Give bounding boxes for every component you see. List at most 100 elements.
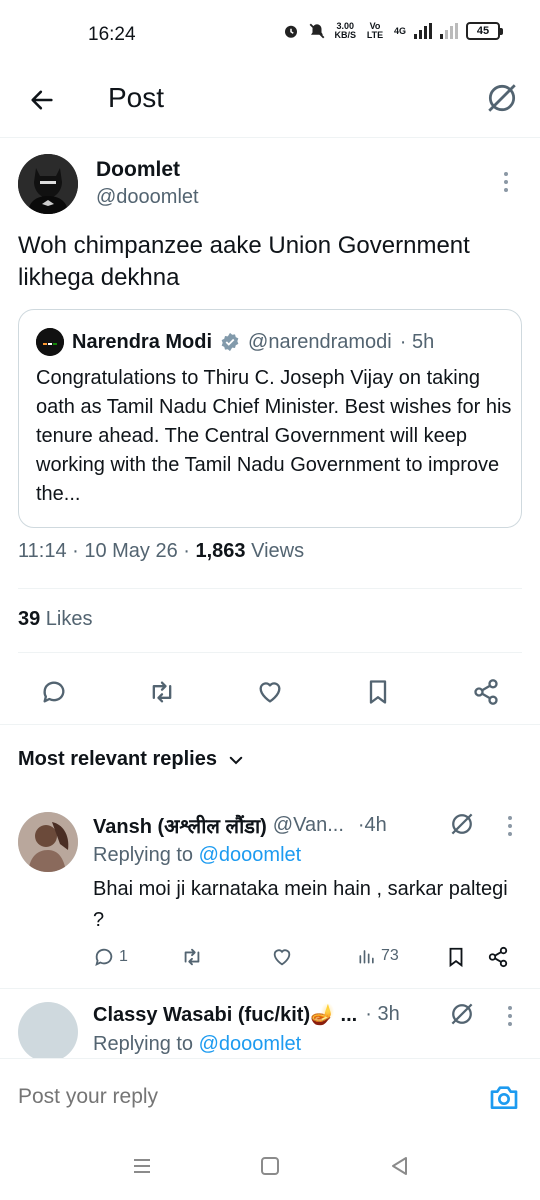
views-button[interactable]: 73	[357, 946, 399, 966]
bookmark-icon	[369, 680, 387, 704]
grok-icon	[451, 813, 473, 835]
repost-button[interactable]	[142, 672, 182, 712]
share-icon	[474, 679, 498, 705]
system-nav-bar	[0, 1130, 540, 1200]
reply-button[interactable]: 1	[93, 946, 128, 968]
repost-icon	[184, 948, 200, 966]
heart-icon	[273, 949, 291, 966]
views-label: Views	[245, 540, 305, 562]
author-handle[interactable]: @dooomlet	[96, 186, 199, 209]
likes-stat[interactable]: 39 Likes	[18, 608, 93, 631]
reply-icon	[95, 948, 113, 967]
user-photo-icon	[18, 812, 78, 872]
more-options-button[interactable]	[500, 1004, 520, 1028]
views-count: 1,863	[195, 540, 246, 562]
share-button[interactable]	[487, 946, 509, 968]
grok-button[interactable]	[482, 78, 522, 118]
more-vertical-icon	[504, 172, 508, 192]
avatar[interactable]	[18, 154, 78, 214]
triangle-back-icon	[392, 1157, 407, 1175]
post-action-bar	[0, 664, 540, 716]
divider	[18, 588, 522, 589]
post-author: Doomlet @dooomlet	[18, 154, 524, 218]
grok-icon	[451, 1003, 473, 1025]
mute-icon	[310, 23, 325, 39]
quoted-author-name: Narendra Modi	[72, 330, 213, 353]
home-button[interactable]	[256, 1152, 284, 1180]
reply-action-bar: 1 73	[93, 946, 523, 976]
repost-button[interactable]	[181, 946, 203, 968]
divider	[0, 724, 540, 725]
menu-lines-icon	[134, 1159, 150, 1173]
status-bar: 16:24 3.00 KB/S Vo LTE 4G 45	[0, 0, 540, 68]
reply-item[interactable]: Classy Wasabi (fuc/kit)🪔 ... · 3h Replyi…	[0, 998, 540, 1058]
arrow-left-icon	[31, 90, 53, 110]
reply-time: · 3h	[365, 1003, 400, 1025]
reply-item[interactable]: Vansh (अश्लील लौंडा) @Van... ·4h Replyin…	[0, 808, 540, 986]
post-date: 11:14 · 10 May 26 ·	[18, 540, 196, 562]
quoted-post-header: Narendra Modi @narendramodi · 5h	[36, 328, 434, 356]
quoted-avatar	[36, 328, 64, 356]
like-button[interactable]	[271, 946, 293, 968]
repost-icon	[152, 681, 172, 703]
network-type: 4G	[393, 26, 406, 36]
reply-time: ·4h	[357, 814, 387, 836]
post-timestamp: 11:14 · 10 May 26 · 1,863 Views	[18, 540, 304, 563]
system-back-button[interactable]	[386, 1152, 414, 1180]
like-button[interactable]	[250, 672, 290, 712]
share-button[interactable]	[466, 672, 506, 712]
grok-button[interactable]	[448, 810, 476, 838]
batman-avatar-icon	[18, 154, 78, 214]
analytics-icon	[359, 950, 374, 964]
quoted-author-handle: @narendramodi	[248, 330, 392, 353]
replies-sort-dropdown[interactable]: Most relevant replies	[18, 748, 245, 771]
signal-icon	[414, 23, 432, 39]
verified-badge-icon	[221, 332, 239, 352]
reply-author-name[interactable]: Vansh (अश्लील लौंडा)	[93, 812, 267, 839]
status-icons: 3.00 KB/S Vo LTE 4G 45	[282, 21, 503, 40]
quoted-post-time: · 5h	[399, 330, 435, 353]
likes-label: Likes	[40, 608, 93, 630]
reply-button[interactable]	[34, 672, 74, 712]
top-header: Post	[0, 68, 540, 138]
more-options-button[interactable]	[500, 814, 520, 838]
chevron-down-icon	[229, 756, 243, 764]
battery-icon: 45	[466, 22, 503, 40]
more-vertical-icon	[508, 816, 512, 836]
divider	[18, 652, 522, 653]
bookmark-button[interactable]	[358, 672, 398, 712]
recents-button[interactable]	[128, 1152, 156, 1180]
reply-author-handle[interactable]: @Van...	[273, 814, 344, 837]
divider	[0, 988, 540, 989]
alarm-icon	[285, 25, 298, 38]
share-icon	[488, 946, 508, 968]
reply-icon	[43, 681, 65, 703]
reply-count: 1	[119, 948, 128, 965]
net-speed: 3.00 KB/S	[334, 21, 356, 40]
reply-views-count: 73	[381, 947, 399, 964]
back-button[interactable]	[22, 80, 62, 120]
replies-heading-label: Most relevant replies	[18, 748, 217, 770]
grok-icon	[488, 84, 516, 112]
reply-author-name[interactable]: Classy Wasabi (fuc/kit)🪔 ...	[93, 1002, 357, 1027]
bookmark-button[interactable]	[445, 946, 467, 968]
quoted-avatar-logo	[36, 328, 64, 356]
reply-text: Bhai moi ji karnataka mein hain , sarkar…	[93, 878, 508, 931]
replying-to-label: Replying to	[93, 1033, 199, 1055]
reply-header: Classy Wasabi (fuc/kit)🪔 ... · 3h	[93, 1002, 400, 1027]
reply-input[interactable]	[18, 1085, 438, 1109]
avatar[interactable]	[18, 1002, 78, 1058]
reply-composer	[0, 1058, 540, 1130]
quoted-post[interactable]: Narendra Modi @narendramodi · 5h Congrat…	[18, 309, 522, 528]
replying-to-label: Replying to	[93, 844, 199, 866]
author-name[interactable]: Doomlet	[96, 158, 180, 182]
avatar[interactable]	[18, 812, 78, 872]
grok-button[interactable]	[448, 1000, 476, 1028]
camera-button[interactable]	[488, 1081, 520, 1113]
more-options-button[interactable]	[496, 170, 516, 194]
replying-to-handle[interactable]: @dooomlet	[199, 844, 302, 866]
replying-to-handle[interactable]: @dooomlet	[199, 1033, 302, 1055]
status-time: 16:24	[88, 24, 136, 45]
quoted-post-text: Congratulations to Thiru C. Joseph Vijay…	[36, 367, 512, 505]
replying-to: Replying to @dooomlet	[93, 844, 301, 867]
